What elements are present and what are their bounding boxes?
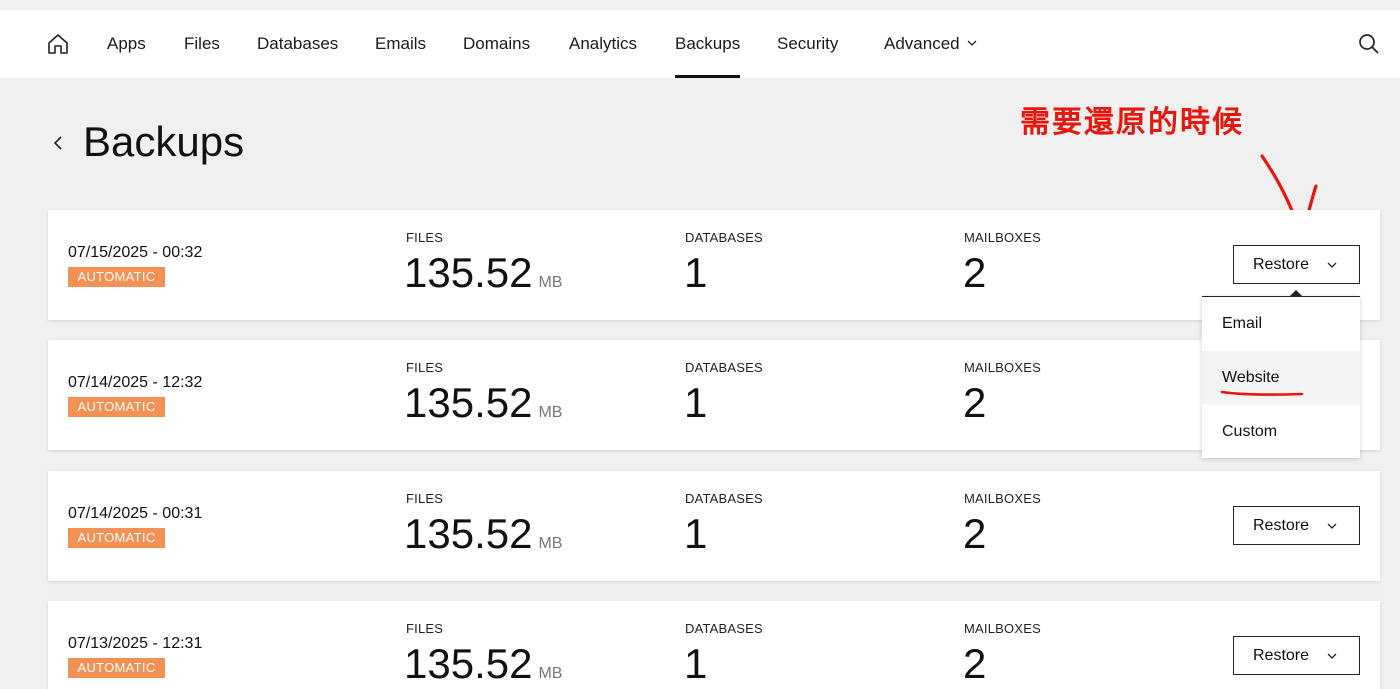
status-badge: AUTOMATIC (68, 397, 165, 417)
backup-date: 07/14/2025 - 12:32 (68, 374, 203, 391)
menu-item-custom[interactable]: Custom (1202, 405, 1360, 459)
backup-date: 07/13/2025 - 12:31 (68, 635, 203, 652)
files-unit: MB (538, 665, 563, 682)
annotation-underline-icon (1220, 390, 1304, 396)
files-value: 135.52 MB (404, 248, 562, 308)
restore-button-label: Restore (1253, 256, 1310, 273)
search-icon[interactable] (1358, 33, 1380, 55)
backup-date: 07/15/2025 - 00:32 (68, 244, 203, 261)
home-icon[interactable] (47, 33, 69, 55)
files-unit: MB (538, 274, 563, 291)
status-badge: AUTOMATIC (68, 267, 165, 287)
top-nav: Apps Files Databases Emails Domains Anal… (0, 10, 1400, 78)
mailboxes-label: MAILBOXES (964, 360, 1041, 375)
status-badge: AUTOMATIC (68, 528, 165, 548)
databases-value: 1 (684, 249, 708, 296)
databases-value: 1 (684, 640, 708, 687)
mailboxes-label: MAILBOXES (964, 230, 1041, 245)
files-size: 135.52 (404, 249, 533, 296)
chevron-down-icon (1327, 523, 1337, 529)
files-value: 135.52 MB (404, 378, 562, 438)
nav-item-databases[interactable]: Databases (257, 10, 338, 78)
status-badge: AUTOMATIC (68, 658, 165, 678)
restore-button[interactable]: Restore (1233, 636, 1360, 675)
mailboxes-value: 2 (963, 510, 987, 557)
files-size: 135.52 (404, 510, 533, 557)
nav-item-backups[interactable]: Backups (675, 10, 741, 78)
files-unit: MB (538, 535, 563, 552)
nav-item-analytics[interactable]: Analytics (569, 10, 637, 78)
mailboxes-value: 2 (963, 249, 987, 296)
mailboxes-value: 2 (963, 379, 987, 426)
mailboxes-label: MAILBOXES (964, 621, 1041, 636)
files-label: FILES (406, 621, 444, 636)
databases-value: 1 (684, 379, 708, 426)
restore-dropdown-menu: Email Website Custom (1202, 290, 1360, 459)
files-value: 135.52 MB (404, 639, 562, 689)
backup-card: 07/14/2025 - 12:32 AUTOMATIC FILES 135.5… (48, 340, 1380, 450)
databases-label: DATABASES (685, 360, 763, 375)
files-size: 135.52 (404, 640, 533, 687)
backup-date: 07/14/2025 - 00:31 (68, 505, 203, 522)
annotation-text: 需要還原的時候 (1020, 105, 1244, 140)
backup-card: 07/15/2025 - 00:32 AUTOMATIC FILES 135.5… (48, 210, 1380, 320)
chevron-down-icon (1327, 653, 1337, 659)
files-value: 135.52 MB (404, 509, 562, 569)
restore-button[interactable]: Restore (1233, 245, 1360, 284)
nav-item-apps[interactable]: Apps (107, 10, 146, 78)
restore-button-label: Restore (1253, 517, 1310, 534)
files-label: FILES (406, 230, 444, 245)
back-chevron-icon[interactable] (52, 134, 64, 152)
backup-card: 07/14/2025 - 00:31 AUTOMATIC FILES 135.5… (48, 471, 1380, 581)
restore-button-label: Restore (1253, 647, 1310, 664)
menu-item-email[interactable]: Email (1202, 297, 1360, 351)
chevron-down-icon[interactable] (967, 38, 977, 48)
mailboxes-value: 2 (963, 640, 987, 687)
restore-button[interactable]: Restore (1233, 506, 1360, 545)
nav-item-domains[interactable]: Domains (463, 10, 530, 78)
files-size: 135.52 (404, 379, 533, 426)
files-label: FILES (406, 491, 444, 506)
mailboxes-label: MAILBOXES (964, 491, 1041, 506)
page-title: Backups (83, 118, 245, 165)
nav-item-files[interactable]: Files (184, 10, 220, 78)
databases-label: DATABASES (685, 621, 763, 636)
databases-value: 1 (684, 510, 708, 557)
databases-label: DATABASES (685, 491, 763, 506)
files-label: FILES (406, 360, 444, 375)
databases-label: DATABASES (685, 230, 763, 245)
top-strip (0, 0, 1400, 10)
chevron-down-icon (1327, 262, 1337, 268)
nav-item-advanced[interactable]: Advanced (884, 10, 960, 78)
nav-item-emails[interactable]: Emails (375, 10, 426, 78)
files-unit: MB (538, 404, 563, 421)
nav-item-security[interactable]: Security (777, 10, 838, 78)
backup-card: 07/13/2025 - 12:31 AUTOMATIC FILES 135.5… (48, 601, 1380, 689)
